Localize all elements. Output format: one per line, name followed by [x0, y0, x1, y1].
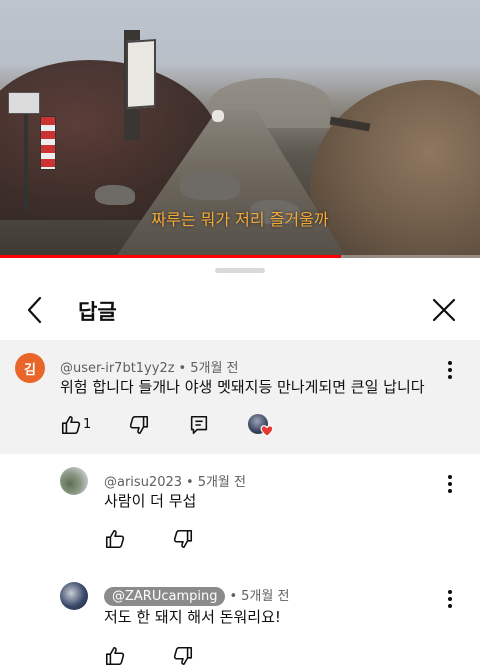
right-grass — [310, 80, 480, 258]
rock — [180, 170, 240, 200]
thumbs-up-icon — [61, 415, 81, 435]
comment-author[interactable]: @arisu2023 — [104, 475, 182, 490]
thumbs-up-icon — [105, 529, 125, 549]
like-button[interactable] — [104, 528, 126, 550]
heart-icon — [260, 425, 274, 437]
info-board — [40, 116, 56, 170]
comment-meta: @arisu2023 • 5개월 전 — [104, 471, 246, 490]
sheet-header: 답글 — [0, 282, 480, 340]
reply-button[interactable] — [188, 414, 210, 436]
replies-sheet: 답글 김 @user-ir7bt1yy2z • 5개월 전 위험 합니다 들개나 야… — [0, 258, 480, 667]
more-vert-icon — [448, 590, 452, 608]
back-button[interactable] — [20, 294, 52, 326]
comment-text: 저도 한 돼지 해서 돈워리요! — [104, 608, 281, 626]
reply-comment: @arisu2023 • 5개월 전 사람이 더 무섭 — [0, 454, 480, 569]
sheet-title: 답글 — [78, 300, 117, 324]
more-options-button[interactable] — [438, 472, 462, 496]
thumbs-down-icon — [173, 646, 193, 666]
avatar[interactable] — [60, 582, 88, 610]
thumbs-down-icon — [173, 529, 193, 549]
close-icon — [432, 298, 456, 322]
drag-handle[interactable] — [215, 268, 265, 273]
meta-separator: • — [186, 475, 194, 490]
like-count: 1 — [83, 417, 92, 432]
creator-heart-badge — [248, 414, 274, 440]
comment-meta: @ZARUcamping • 5개월 전 — [104, 585, 290, 606]
comment-author[interactable]: @user-ir7bt1yy2z — [60, 361, 175, 376]
dog — [212, 110, 224, 122]
comment-icon — [190, 415, 208, 435]
rock — [95, 185, 135, 205]
comment-time: 5개월 전 — [241, 589, 290, 604]
chevron-left-icon — [27, 296, 42, 324]
avatar[interactable] — [60, 467, 88, 495]
sign-pole — [24, 110, 28, 210]
more-vert-icon — [448, 361, 452, 379]
more-options-button[interactable] — [438, 587, 462, 611]
video-player[interactable]: 짜루는 뭐가 저리 즐거울까 — [0, 0, 480, 258]
dislike-button[interactable] — [172, 528, 194, 550]
comment-time: 5개월 전 — [197, 475, 246, 490]
more-vert-icon — [448, 475, 452, 493]
trail-sign — [126, 38, 156, 110]
thumbs-up-icon — [105, 646, 125, 666]
like-button[interactable] — [104, 645, 126, 667]
meta-separator: • — [178, 361, 187, 376]
comment-meta: @user-ir7bt1yy2z • 5개월 전 — [60, 357, 239, 376]
video-subtitle: 짜루는 뭐가 저리 즐거울까 — [151, 210, 329, 229]
avatar[interactable]: 김 — [15, 353, 45, 383]
more-options-button[interactable] — [438, 358, 462, 382]
comment-text: 위험 합니다 들개나 야생 멧돼지등 만나게되면 큰일 납니다 — [60, 378, 425, 396]
thumbs-down-icon — [129, 415, 149, 435]
dislike-button[interactable] — [172, 645, 194, 667]
dislike-button[interactable] — [128, 414, 150, 436]
comment-time: 5개월 전 — [190, 361, 239, 376]
close-button[interactable] — [428, 294, 460, 326]
comment-text: 사람이 더 무섭 — [104, 492, 197, 510]
creator-author-chip[interactable]: @ZARUcamping — [104, 587, 226, 606]
meta-separator: • — [229, 589, 238, 604]
parent-comment: 김 @user-ir7bt1yy2z • 5개월 전 위험 합니다 들개나 야생 멧… — [0, 340, 480, 454]
small-sign — [8, 92, 40, 114]
reply-comment: @ZARUcamping • 5개월 전 저도 한 돼지 해서 돈워리요! — [0, 569, 480, 667]
like-button[interactable] — [60, 414, 82, 436]
